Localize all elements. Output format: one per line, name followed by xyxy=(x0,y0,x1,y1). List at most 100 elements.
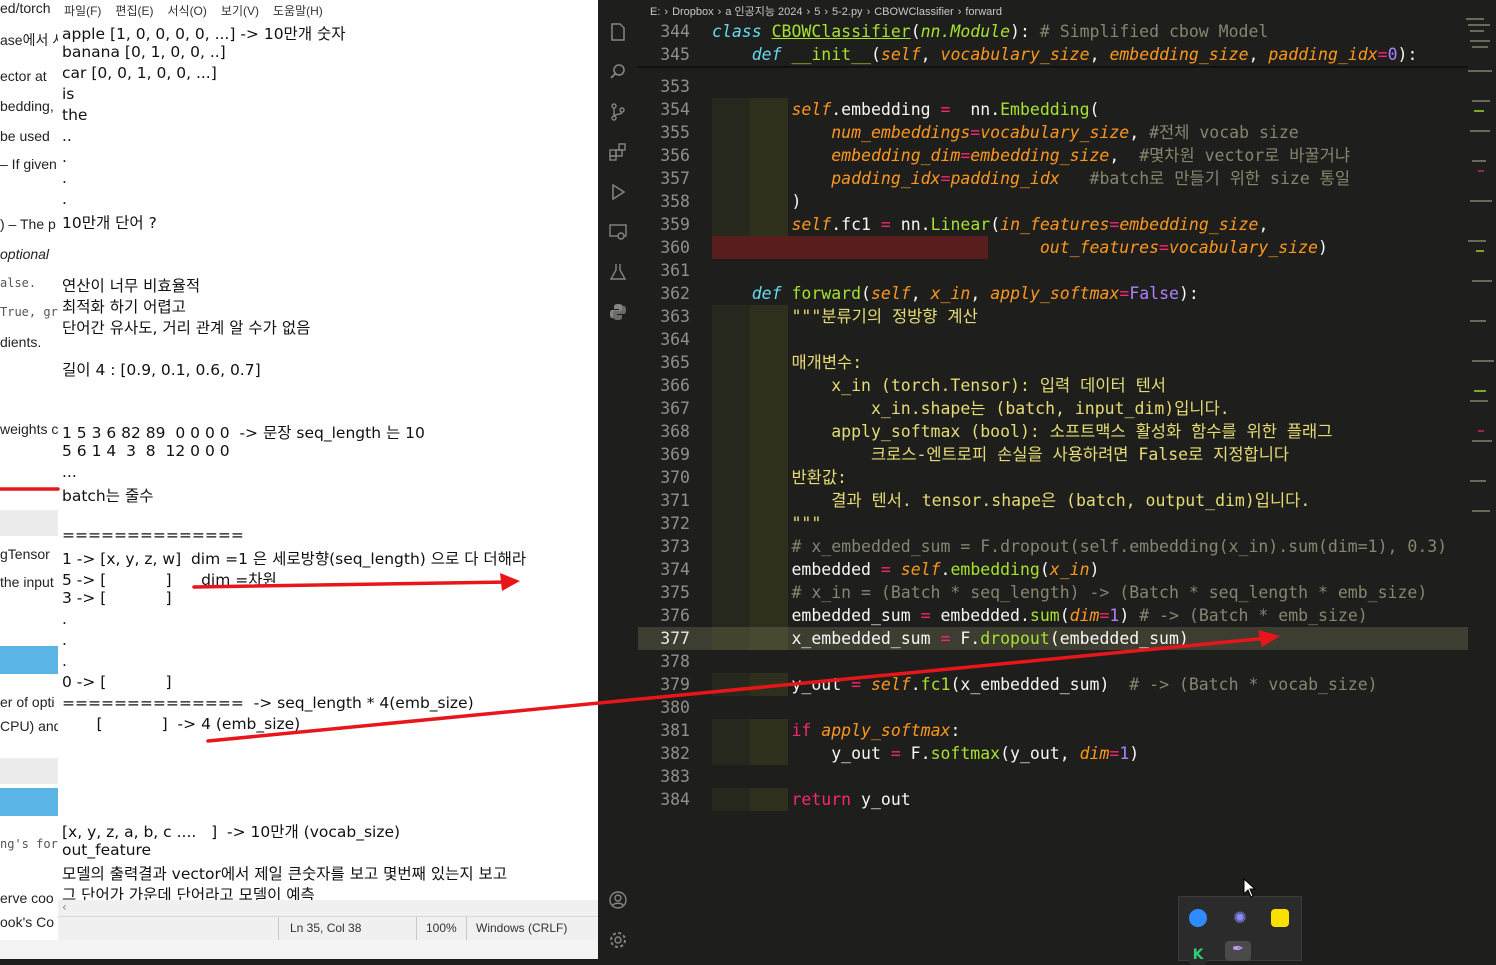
browser-text-line: ng's forv xyxy=(0,837,59,851)
notepad-menu-item[interactable]: 편집(E) xyxy=(115,2,153,19)
line-number: 373 xyxy=(660,537,690,556)
code-line[interactable]: 363 """분류기의 정방향 계산 xyxy=(638,305,1468,328)
code-line[interactable]: 383 xyxy=(638,765,1468,788)
scroll-left-icon[interactable]: ‹ xyxy=(62,900,67,914)
code-line[interactable]: 358 ) xyxy=(638,190,1468,213)
line-number: 369 xyxy=(660,445,690,464)
k-app-icon[interactable]: K xyxy=(1189,947,1207,965)
line-number: 361 xyxy=(660,261,690,280)
taskbar-fragment xyxy=(0,940,598,959)
code-line[interactable]: 377 x_embedded_sum = F.dropout(embedded_… xyxy=(638,627,1468,650)
code-line[interactable]: 375 # x_in = (Batch * seq_length) -> (Ba… xyxy=(638,581,1468,604)
browser-section-band xyxy=(0,758,58,784)
notepad-line: 1 5 3 6 82 89 0 0 0 0 -> 문장 seq_length 는… xyxy=(62,424,425,442)
remote-explorer-icon[interactable] xyxy=(608,222,628,242)
code-line[interactable]: 367 x_in.shape는 (batch, input_dim)입니다. xyxy=(638,397,1468,420)
code-line[interactable]: 378 xyxy=(638,650,1468,673)
line-number: 368 xyxy=(660,422,690,441)
code-text: def __init__(self, vocabulary_size, embe… xyxy=(751,45,1418,64)
code-line[interactable]: 376 embedded_sum = embedded.sum(dim=1) #… xyxy=(638,604,1468,627)
code-text: y_out = F.softmax(y_out, dim=1) xyxy=(712,744,1140,763)
code-line[interactable]: 354 self.embedding = nn.Embedding( xyxy=(638,98,1468,121)
extensions-icon[interactable] xyxy=(608,142,628,162)
python-icon[interactable] xyxy=(608,302,628,322)
breadcrumb-item[interactable]: Dropbox xyxy=(672,6,714,18)
breadcrumb-item[interactable]: 5 xyxy=(814,6,820,18)
code-line[interactable]: 359 self.fc1 = nn.Linear(in_features=emb… xyxy=(638,213,1468,236)
line-number: 367 xyxy=(660,399,690,418)
notepad-statusbar: Ln 35, Col 38 100% Windows (CRLF) xyxy=(58,916,598,941)
code-line[interactable]: 366 x_in (torch.Tensor): 입력 데이터 텐서 xyxy=(638,374,1468,397)
code-line[interactable]: 356 embedding_dim=embedding_size, #몇차원 v… xyxy=(638,144,1468,167)
code-line[interactable]: 384 return y_out xyxy=(638,788,1468,811)
minimap[interactable] xyxy=(1464,10,1494,530)
zoom-level: 100% xyxy=(426,921,457,935)
settings-gear-icon[interactable] xyxy=(608,930,628,950)
notepad-line: [x, y, z, a, b, c .... ] -> 10만개 (vocab_… xyxy=(62,823,401,841)
breadcrumb-item[interactable]: E: xyxy=(650,6,660,18)
notepad-text-area[interactable]: apple [1, 0, 0, 0, 0, ...] -> 10만개 숫자 ban… xyxy=(62,20,596,900)
breadcrumb-item[interactable]: forward xyxy=(965,6,1002,18)
code-line[interactable]: 369 크로스-엔트로피 손실을 사용하려면 False로 지정합니다 xyxy=(638,443,1468,466)
code-line[interactable]: 360 out_features=vocabulary_size) xyxy=(638,236,1468,259)
search-icon[interactable] xyxy=(608,62,628,82)
run-debug-icon[interactable] xyxy=(608,182,628,202)
source-control-icon[interactable] xyxy=(608,102,628,122)
code-line[interactable]: 355 num_embeddings=vocabulary_size, #전체 … xyxy=(638,121,1468,144)
code-line[interactable]: 364 xyxy=(638,328,1468,351)
breadcrumb-item[interactable]: a 인공지능 2024 xyxy=(725,6,802,18)
code-text: class CBOWClassifier(nn.Module): # Simpl… xyxy=(712,22,1269,41)
code-line[interactable]: 365 매개변수: xyxy=(638,351,1468,374)
browser-section-band xyxy=(0,510,58,536)
explorer-icon[interactable] xyxy=(608,22,628,42)
feather-icon[interactable]: ✒ xyxy=(1225,941,1251,961)
code-line[interactable]: 382 y_out = F.softmax(y_out, dim=1) xyxy=(638,742,1468,765)
code-line[interactable]: 373 # x_embedded_sum = F.dropout(self.em… xyxy=(638,535,1468,558)
notepad-menu-item[interactable]: 보기(V) xyxy=(221,2,259,19)
notepad-line: . xyxy=(62,610,67,628)
line-number: 377 xyxy=(660,629,690,648)
account-icon[interactable] xyxy=(608,890,628,910)
line-number: 379 xyxy=(660,675,690,694)
notepad-menu-item[interactable]: 서식(O) xyxy=(167,2,206,19)
line-number: 358 xyxy=(660,192,690,211)
line-number: 372 xyxy=(660,514,690,533)
code-line[interactable]: 381 if apply_softmax: xyxy=(638,719,1468,742)
breadcrumb[interactable]: E: › Dropbox › a 인공지능 2024 › 5 › 5-2.py › CBOWClas… xyxy=(650,3,1006,19)
notepad-line: batch는 줄수 xyxy=(62,487,154,505)
code-editor[interactable]: 344 class CBOWClassifier(nn.Module): # Si… xyxy=(638,20,1468,959)
code-text: 크로스-엔트로피 손실을 사용하려면 False로 지정합니다 xyxy=(870,445,1290,464)
line-number: 370 xyxy=(660,468,690,487)
breadcrumb-item[interactable]: CBOWClassifier xyxy=(874,6,953,18)
code-text: out_features=vocabulary_size) xyxy=(1039,238,1328,257)
zoom-icon[interactable] xyxy=(1189,909,1207,927)
activity-bar xyxy=(598,0,638,959)
notepad-menu-item[interactable]: 파일(F) xyxy=(64,2,101,19)
code-line[interactable]: 344 class CBOWClassifier(nn.Module): # Si… xyxy=(638,20,1468,43)
breadcrumb-item[interactable]: 5-2.py xyxy=(832,6,863,18)
notepad-menu-item[interactable]: 도움말(H) xyxy=(273,2,323,19)
line-number: 345 xyxy=(660,45,690,64)
code-line[interactable]: 379 y_out = self.fc1(x_embedded_sum) # -… xyxy=(638,673,1468,696)
code-line[interactable]: 372 """ xyxy=(638,512,1468,535)
code-line[interactable]: 371 결과 텐서. tensor.shape은 (batch, output_… xyxy=(638,489,1468,512)
code-line[interactable]: 357 padding_idx=padding_idx #batch로 만들기 … xyxy=(638,167,1468,190)
testing-icon[interactable] xyxy=(608,262,628,282)
code-line[interactable]: 345 def __init__(self, vocabulary_size, … xyxy=(638,43,1468,66)
chat-bubble-icon[interactable] xyxy=(1271,909,1289,927)
code-line[interactable]: 368 apply_softmax (bool): 소프트맥스 활성화 함수를 … xyxy=(638,420,1468,443)
browser-highlight-band xyxy=(0,646,58,674)
browser-text-line: bedding, xyxy=(0,98,54,114)
settings-flower-icon[interactable]: ✺ xyxy=(1231,909,1249,927)
chevron-right-icon: › xyxy=(806,6,811,18)
line-number: 374 xyxy=(660,560,690,579)
code-line[interactable]: 374 embedded = self.embedding(x_in) xyxy=(638,558,1468,581)
code-text: x_in (torch.Tensor): 입력 데이터 텐서 xyxy=(831,376,1166,395)
chevron-right-icon: › xyxy=(664,6,669,18)
code-line[interactable]: 353 xyxy=(638,75,1468,98)
horizontal-scrollbar[interactable]: ‹ xyxy=(58,900,598,916)
code-line[interactable]: 370 반환값: xyxy=(638,466,1468,489)
code-line[interactable]: 380 xyxy=(638,696,1468,719)
code-line[interactable]: 362 def forward(self, x_in, apply_softma… xyxy=(638,282,1468,305)
code-line[interactable]: 361 xyxy=(638,259,1468,282)
